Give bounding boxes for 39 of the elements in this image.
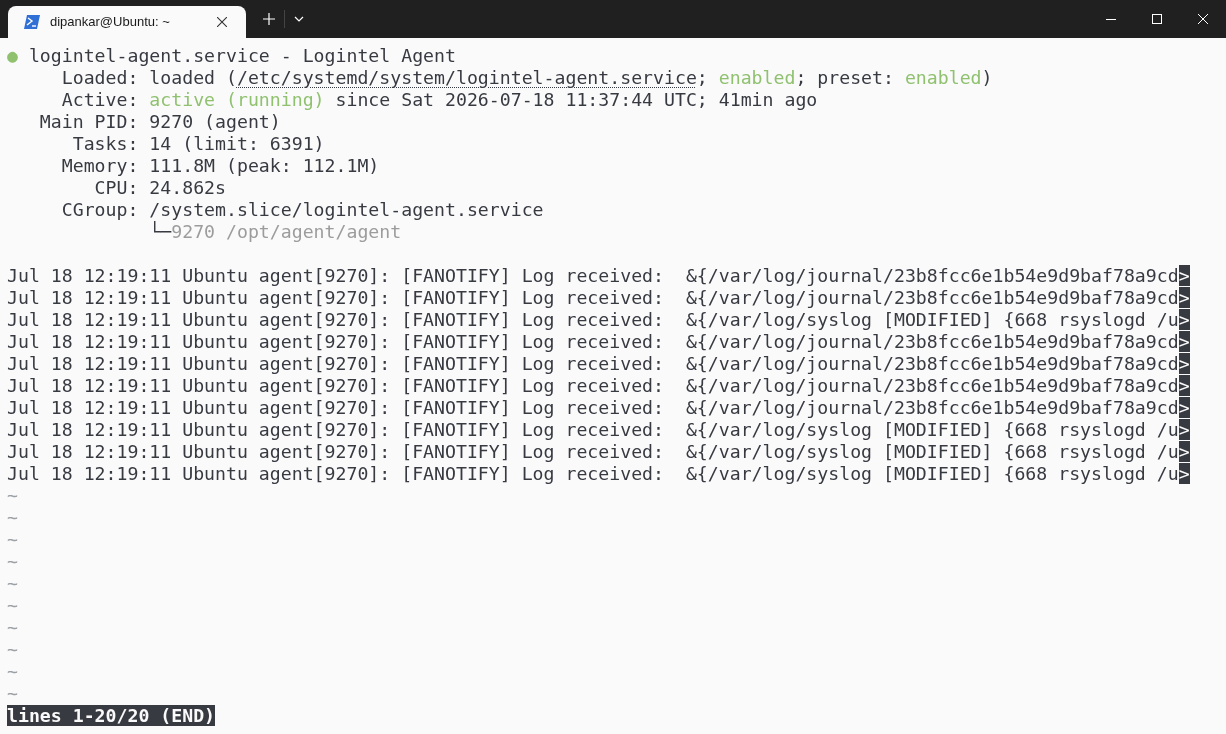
terminal-line: CGroup: /system.slice/logintel-agent.service xyxy=(60,199,544,220)
terminal-line: ~ xyxy=(7,617,18,638)
terminal-line: └─9270 /opt/agent/agent xyxy=(148,221,402,242)
terminal-line: Jul 18 12:19:11 Ubuntu agent[9270]: [FANOTIFY] Log received: &{/var/log/syslog [MODIFIED] {668 rsyslogd /u> xyxy=(7,419,1190,440)
plus-icon xyxy=(263,13,275,25)
terminal-line: Memory: 111.8M (peak: 112.1M) xyxy=(60,155,380,176)
terminal-line: Jul 18 12:19:11 Ubuntu agent[9270]: [FANOTIFY] Log received: &{/var/log/syslog [MODIFIED] {668 rsyslogd /u> xyxy=(7,309,1190,330)
terminal-line: Jul 18 12:19:11 Ubuntu agent[9270]: [FANOTIFY] Log received: &{/var/log/journal/23b8fcc6e1b54e9d9baf78a9cd> xyxy=(7,353,1190,374)
terminal-tab[interactable]: dipankar@Ubuntu: ~ xyxy=(8,6,246,38)
terminal-line: ~ xyxy=(7,573,18,594)
close-icon xyxy=(1198,14,1208,24)
close-icon xyxy=(217,17,227,27)
terminal-line: Active: active (running) since Sat 2026-07-18 11:37:44 UTC; 41min ago xyxy=(60,89,818,110)
terminal-line: Tasks: 14 (limit: 6391) xyxy=(71,133,325,154)
terminal-line: Jul 18 12:19:11 Ubuntu agent[9270]: [FANOTIFY] Log received: &{/var/log/syslog [MODIFIED] {668 rsyslogd /u> xyxy=(7,441,1190,462)
terminal-line: ~ xyxy=(7,529,18,550)
terminal-line: Jul 18 12:19:11 Ubuntu agent[9270]: [FANOTIFY] Log received: &{/var/log/journal/23b8fcc6e1b54e9d9baf78a9cd> xyxy=(7,265,1190,286)
terminal-line: Jul 18 12:19:11 Ubuntu agent[9270]: [FANOTIFY] Log received: &{/var/log/journal/23b8fcc6e1b54e9d9baf78a9cd> xyxy=(7,397,1190,418)
chevron-down-icon xyxy=(294,16,304,22)
terminal-line: ● logintel-agent.service - Logintel Agent xyxy=(7,45,456,66)
terminal-line: ~ xyxy=(7,551,18,572)
terminal-line: CPU: 24.862s xyxy=(93,177,226,198)
terminal-line: Jul 18 12:19:11 Ubuntu agent[9270]: [FANOTIFY] Log received: &{/var/log/journal/23b8fcc6e1b54e9d9baf78a9cd> xyxy=(7,287,1190,308)
terminal-line: Jul 18 12:19:11 Ubuntu agent[9270]: [FANOTIFY] Log received: &{/var/log/journal/23b8fcc6e1b54e9d9baf78a9cd> xyxy=(7,375,1190,396)
terminal-line: Jul 18 12:19:11 Ubuntu agent[9270]: [FANOTIFY] Log received: &{/var/log/syslog [MODIFIED] {668 rsyslogd /u> xyxy=(7,463,1190,484)
terminal-line: ~ xyxy=(7,683,18,704)
terminal-line: Main PID: 9270 (agent) xyxy=(38,111,281,132)
terminal-line: ~ xyxy=(7,507,18,528)
terminal-line: ~ xyxy=(7,595,18,616)
terminal-line: ~ xyxy=(7,661,18,682)
terminal-line: ~ xyxy=(7,639,18,660)
minimize-icon xyxy=(1106,18,1116,20)
tab-close-button[interactable] xyxy=(214,14,230,30)
terminal-line: Jul 18 12:19:11 Ubuntu agent[9270]: [FANOTIFY] Log received: &{/var/log/journal/23b8fcc6e1b54e9d9baf78a9cd> xyxy=(7,331,1190,352)
terminal-icon xyxy=(24,15,40,29)
terminal-line: Loaded: loaded (/etc/systemd/system/logintel-agent.service; enabled; preset: enabled) xyxy=(60,67,993,88)
tab-title: dipankar@Ubuntu: ~ xyxy=(50,13,171,32)
maximize-icon xyxy=(1152,14,1162,24)
terminal-line: ~ xyxy=(7,485,18,506)
